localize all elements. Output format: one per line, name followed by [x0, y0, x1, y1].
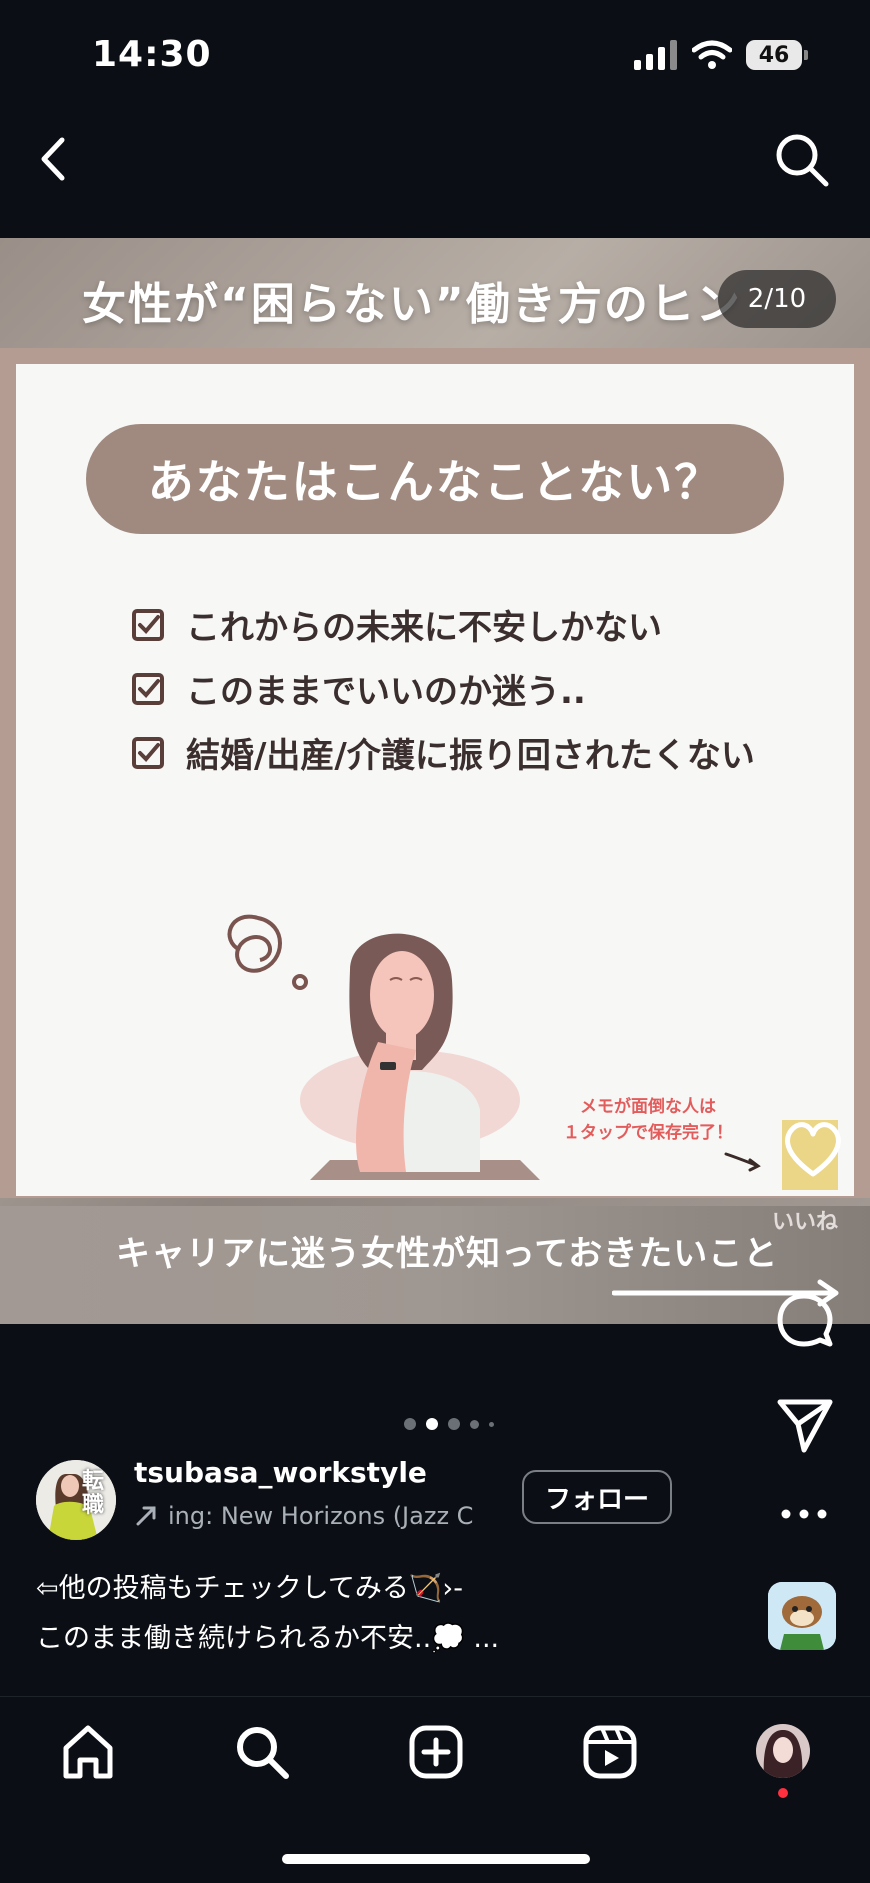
memo-note-line2: １タップで保存完了！ [563, 1123, 733, 1143]
checklist-item: このままでいいのか迷う.. [132, 664, 586, 713]
checklist-text: これからの未来に不安しかない [186, 608, 662, 648]
slide-counter: 2/10 [718, 270, 836, 328]
carousel-dot [404, 1418, 416, 1430]
like-label: いいね [772, 1210, 839, 1235]
status-time: 14:30 [92, 34, 212, 75]
signal-icon [634, 40, 677, 70]
avatar-label: 転職 [82, 1469, 105, 1518]
chevron-left-icon[interactable] [34, 132, 74, 186]
battery-level: 46 [746, 40, 802, 70]
carousel-dot [470, 1419, 479, 1429]
battery-icon: 46 [746, 40, 808, 70]
checklist-item: これからの未来に不安しかない [132, 600, 662, 649]
music-title: ing: New Horizons (Jazz C [168, 1502, 474, 1530]
follow-button[interactable]: フォロー [522, 1470, 672, 1524]
profile-avatar[interactable] [756, 1724, 810, 1778]
home-icon[interactable] [58, 1722, 118, 1782]
thinking-woman-illustration [227, 914, 540, 1180]
paper-plane-icon[interactable] [774, 1394, 834, 1454]
caption-line[interactable]: このまま働き続けられるか不安..💭 ... [36, 1616, 499, 1655]
carousel-dot [448, 1418, 460, 1430]
author-avatar[interactable]: 転職 [36, 1460, 116, 1540]
slide-title: 女性が“困らない”働き方のヒン [82, 279, 742, 330]
audio-sticker[interactable] [768, 1582, 836, 1650]
status-icons: 46 [634, 40, 808, 70]
carousel-dots [404, 1418, 494, 1430]
checklist-item: 結婚/出産/介護に振り回されたくない [132, 728, 755, 777]
checklist-text: このままでいいのか迷う.. [186, 672, 586, 712]
question-pill: あなたはこんなことない？ [86, 424, 784, 534]
add-icon[interactable] [406, 1722, 466, 1782]
checkbox-icon [132, 672, 164, 705]
search-icon[interactable] [772, 130, 832, 190]
music-row[interactable]: ing: New Horizons (Jazz C [134, 1502, 498, 1530]
checklist-text: 結婚/出産/介護に振り回されたくない [186, 736, 755, 776]
arrow-right-icon [724, 1152, 761, 1172]
comment-icon[interactable] [774, 1290, 834, 1350]
heart-icon[interactable] [780, 1116, 846, 1182]
checkbox-icon [132, 736, 164, 769]
checkbox-icon [132, 608, 164, 641]
trending-arrow-icon [136, 1506, 156, 1526]
reels-icon[interactable] [580, 1722, 640, 1782]
home-indicator [282, 1854, 590, 1864]
carousel-dot [489, 1421, 494, 1427]
memo-note-line1: メモが面倒な人は [580, 1097, 716, 1117]
wifi-icon [692, 40, 732, 69]
carousel-dot-active [426, 1418, 438, 1430]
notification-dot [778, 1788, 788, 1798]
memo-note: メモが面倒な人は １タップで保存完了！ [538, 1094, 758, 1146]
image-caption: キャリアに迷う女性が知っておきたいこと [116, 1234, 779, 1274]
post-image[interactable]: 女性が“困らない”働き方のヒン 2/10 あなたはこんなことない？ これからの未… [0, 238, 870, 1324]
search-icon[interactable] [232, 1722, 292, 1782]
more-icon[interactable] [774, 1494, 834, 1534]
caption-line: ⇦他の投稿もチェックしてみる🏹›- [36, 1573, 463, 1604]
author-username[interactable]: tsubasa_workstyle [134, 1456, 427, 1489]
